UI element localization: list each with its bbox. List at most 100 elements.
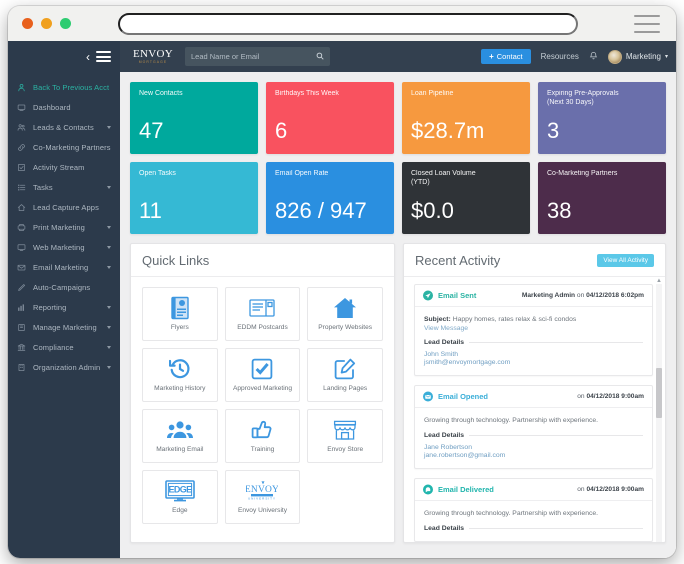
resources-link[interactable]: Resources xyxy=(541,52,579,61)
envoy-logo-main: ENVOY xyxy=(133,47,173,60)
search-box[interactable] xyxy=(185,47,330,66)
quick-link-landing-pages[interactable]: Landing Pages xyxy=(307,348,383,402)
sidebar-item-activity-stream[interactable]: Activity Stream xyxy=(8,157,120,177)
user-menu[interactable]: Marketing ▾ xyxy=(607,49,668,64)
chevron-down-icon[interactable] xyxy=(107,265,111,269)
url-input[interactable] xyxy=(118,13,578,35)
chevron-down-icon[interactable] xyxy=(107,305,111,309)
kpi-title: New Contacts xyxy=(139,90,183,97)
quick-link-marketing-email[interactable]: Marketing Email xyxy=(142,409,218,463)
kpi-card-loan-pipeline[interactable]: Loan Pipeline $28.7m xyxy=(402,82,530,154)
quick-link-flyers[interactable]: Flyers xyxy=(142,287,218,341)
sidebar-item-leads-contacts[interactable]: Leads & Contacts xyxy=(8,117,120,137)
lead-name-link[interactable]: Jane Robertson xyxy=(424,444,643,451)
view-message-link[interactable]: View Message xyxy=(424,325,643,332)
chevron-down-icon[interactable] xyxy=(107,225,111,229)
chevron-down-icon[interactable] xyxy=(107,365,111,369)
activity-subject: Subject: Happy homes, rates relax & sci-… xyxy=(424,316,577,323)
kpi-card-co-marketing-partners[interactable]: Co-Marketing Partners 38 xyxy=(538,162,666,234)
sidebar: Back To Previous Acct Dashboard Leads & Co… xyxy=(8,72,120,558)
chevron-left-icon[interactable]: ‹ xyxy=(86,51,90,63)
quick-link-training[interactable]: Training xyxy=(224,409,301,463)
lead-details-label: Lead Details xyxy=(424,525,465,532)
quick-link-marketing-history[interactable]: Marketing History xyxy=(142,348,218,402)
sidebar-item-tasks[interactable]: Tasks xyxy=(8,177,120,197)
sidebar-item-organization-admin[interactable]: Organization Admin xyxy=(8,357,120,377)
kpi-value: 11 xyxy=(139,198,162,223)
lead-name-link[interactable]: John Smith xyxy=(424,351,643,358)
quick-links-grid: Flyers EDDM Postcards Property Websites Mar… xyxy=(131,277,394,534)
chevron-down-icon[interactable] xyxy=(107,185,111,189)
add-contact-button[interactable]: + Contact xyxy=(481,49,531,64)
kpi-value: 3 xyxy=(547,118,560,143)
kpi-card-birthdays-this-week[interactable]: Birthdays This Week 6 xyxy=(266,82,394,154)
view-all-activity-button[interactable]: View All Activity xyxy=(597,253,654,267)
panel-row: Quick Links Flyers EDDM Postcards Property… xyxy=(130,243,666,543)
minimize-window-button[interactable] xyxy=(41,18,52,29)
sidebar-item-print-marketing[interactable]: Print Marketing xyxy=(8,217,120,237)
kpi-card-expiring-pre-approvals[interactable]: Expiring Pre-Approvals (Next 30 Days) 3 xyxy=(538,82,666,154)
quick-link-label: EDDM Postcards xyxy=(237,324,288,331)
sidebar-item-back-to-previous-acct[interactable]: Back To Previous Acct xyxy=(8,77,120,97)
sidebar-item-email-marketing[interactable]: Email Marketing xyxy=(8,257,120,277)
browser-titlebar xyxy=(8,6,676,41)
sidebar-item-lead-capture-apps[interactable]: Lead Capture Apps xyxy=(8,197,120,217)
activity-card-header: Email Sent Marketing Admin on 04/12/2018 … xyxy=(415,285,652,307)
edge-logo-icon: EDGE xyxy=(165,479,195,503)
sidebar-item-dashboard[interactable]: Dashboard xyxy=(8,97,120,117)
sidebar-item-manage-marketing[interactable]: Manage Marketing xyxy=(8,317,120,337)
chevron-down-icon[interactable] xyxy=(107,245,111,249)
sidebar-item-label: Print Marketing xyxy=(33,222,85,232)
quick-link-envoy-university[interactable]: ENVOY UNIVERSITY Envoy University xyxy=(224,470,301,524)
quick-link-edge[interactable]: EDGE Edge xyxy=(142,470,218,524)
lead-details-heading: Lead Details xyxy=(424,339,643,346)
kpi-card-email-open-rate[interactable]: Email Open Rate 826 / 947 xyxy=(266,162,394,234)
quick-link-eddm-postcards[interactable]: EDDM Postcards xyxy=(224,287,301,341)
history-clock-icon xyxy=(168,357,191,381)
lead-email-link[interactable]: jane.robertson@gmail.com xyxy=(424,452,643,459)
search-input[interactable] xyxy=(191,52,309,61)
activity-type-group: Email Sent xyxy=(423,290,476,301)
sidebar-item-compliance[interactable]: Compliance xyxy=(8,337,120,357)
activity-timestamp: on 04/12/2018 9:00am xyxy=(577,486,644,493)
lead-email-link[interactable]: jsmith@envoymortgage.com xyxy=(424,359,643,366)
chevron-down-icon[interactable] xyxy=(107,125,111,129)
divider xyxy=(469,342,643,343)
search-icon[interactable] xyxy=(316,52,324,60)
maximize-window-button[interactable] xyxy=(60,18,71,29)
activity-type-label[interactable]: Email Opened xyxy=(438,392,488,401)
activity-type-label[interactable]: Email Delivered xyxy=(438,485,494,494)
chevron-down-icon[interactable] xyxy=(107,325,111,329)
kpi-card-closed-loan-volume[interactable]: Closed Loan Volume (YTD) $0.0 xyxy=(402,162,530,234)
activity-scrollbar-thumb[interactable] xyxy=(656,368,662,418)
kpi-card-open-tasks[interactable]: Open Tasks 11 xyxy=(130,162,258,234)
activity-type-label[interactable]: Email Sent xyxy=(438,291,476,300)
close-window-button[interactable] xyxy=(22,18,33,29)
people-icon xyxy=(17,123,26,132)
sidebar-item-label: Manage Marketing xyxy=(33,322,97,332)
quick-link-label: Property Websites xyxy=(318,324,373,331)
sidebar-item-label: Compliance xyxy=(33,342,74,352)
quick-link-property-websites[interactable]: Property Websites xyxy=(307,287,383,341)
sidebar-item-label: Email Marketing xyxy=(33,262,89,272)
quick-link-envoy-store[interactable]: Envoy Store xyxy=(307,409,383,463)
lead-details-heading: Lead Details xyxy=(424,432,643,439)
hamburger-icon[interactable] xyxy=(96,51,111,62)
kpi-title: Expiring Pre-Approvals (Next 30 Days) xyxy=(547,90,619,106)
quick-links-title: Quick Links xyxy=(142,252,210,268)
sidebar-item-co-marketing-partners[interactable]: Co-Marketing Partners xyxy=(8,137,120,157)
application: ‹ ENVOY MORTGAGE Lead Name or Email + Co… xyxy=(8,41,676,558)
envoy-logo[interactable]: ENVOY MORTGAGE xyxy=(132,46,174,68)
sidebar-item-auto-campaigns[interactable]: Auto-Campaigns xyxy=(8,277,120,297)
sidebar-item-reporting[interactable]: Reporting xyxy=(8,297,120,317)
sidebar-item-web-marketing[interactable]: Web Marketing xyxy=(8,237,120,257)
recent-activity-title: Recent Activity xyxy=(415,252,501,268)
svg-text:ENVOY: ENVOY xyxy=(246,485,278,495)
sidebar-item-label: Lead Capture Apps xyxy=(33,202,99,212)
quick-link-approved-marketing[interactable]: Approved Marketing xyxy=(224,348,301,402)
kpi-card-new-contacts[interactable]: New Contacts 47 xyxy=(130,82,258,154)
chevron-down-icon[interactable] xyxy=(107,345,111,349)
activity-card: Email Sent Marketing Admin on 04/12/2018 … xyxy=(414,284,653,376)
bell-icon[interactable] xyxy=(589,51,598,62)
browser-menu-icon[interactable] xyxy=(634,15,660,33)
